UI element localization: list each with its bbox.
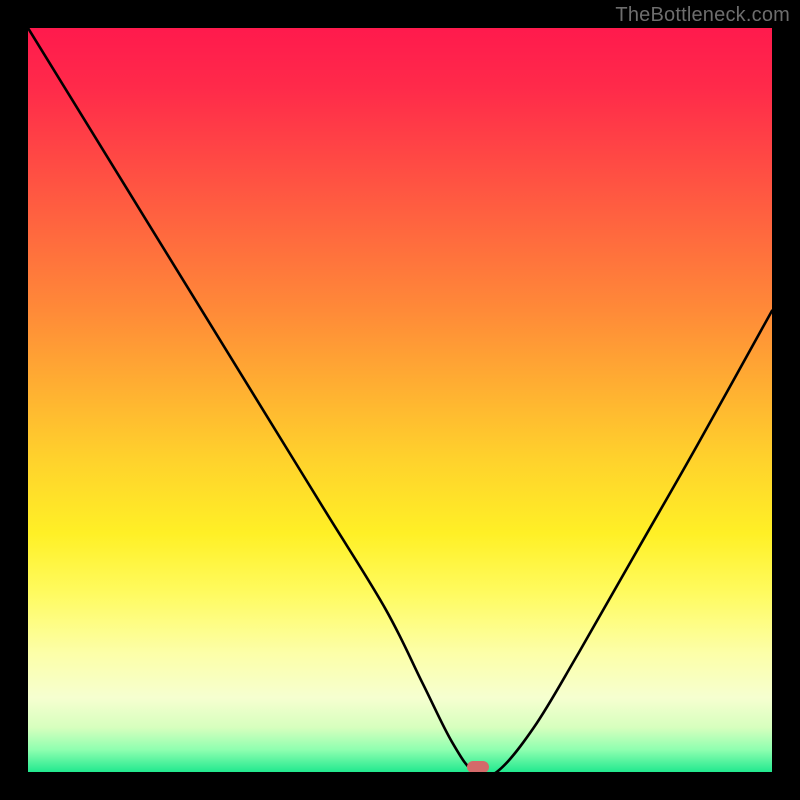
optimum-marker	[467, 761, 489, 772]
watermark-label: TheBottleneck.com	[615, 4, 790, 27]
bottleneck-curve	[28, 28, 772, 772]
chart-frame: TheBottleneck.com	[0, 0, 800, 800]
plot-area	[28, 28, 772, 772]
